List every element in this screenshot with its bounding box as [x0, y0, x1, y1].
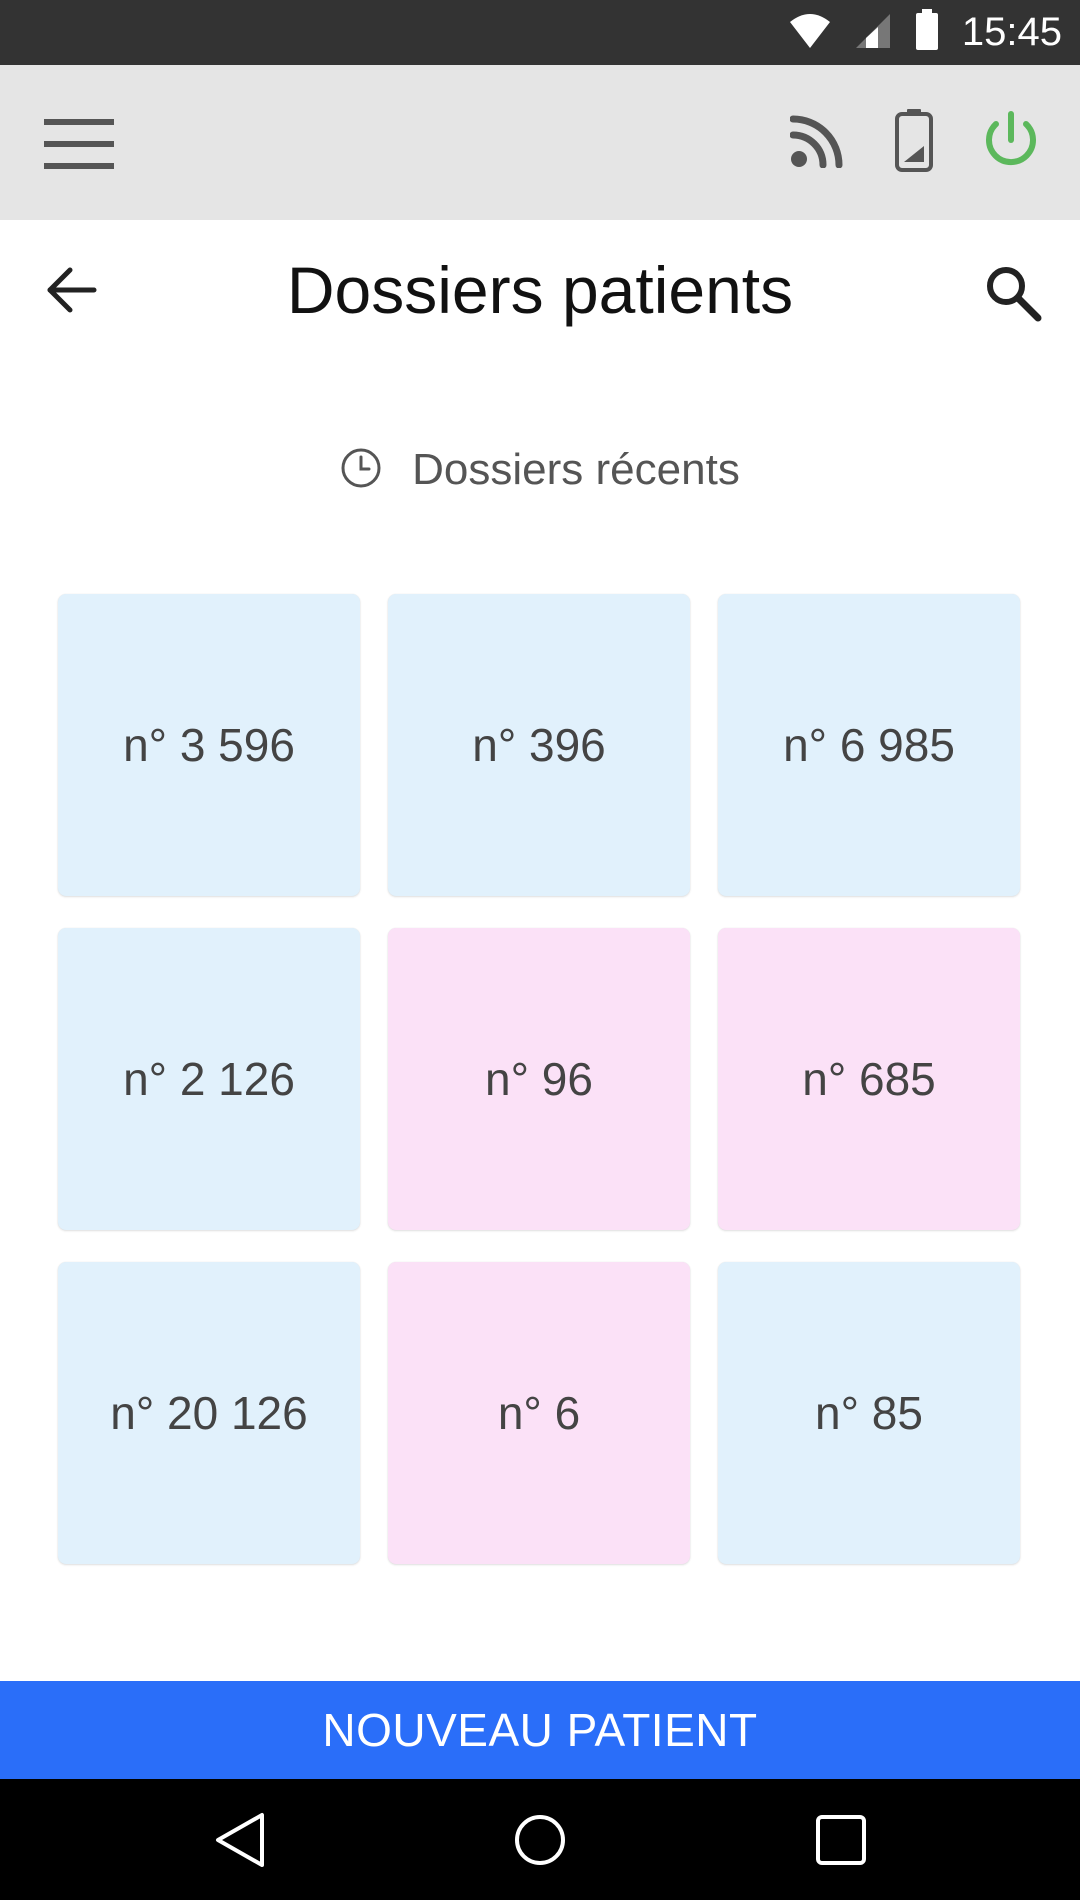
search-icon[interactable]: [984, 264, 1044, 324]
tile-label: n° 20 126: [110, 1387, 308, 1439]
cell-signal-icon: [854, 10, 892, 55]
navigation-bar: [0, 1779, 1080, 1900]
patient-tile[interactable]: n° 396: [388, 594, 690, 896]
battery-icon: [914, 9, 940, 56]
power-icon[interactable]: [982, 110, 1040, 175]
nav-home-icon[interactable]: [509, 1809, 571, 1871]
patient-tile[interactable]: n° 85: [718, 1262, 1020, 1564]
arrow-back-icon[interactable]: [44, 262, 100, 318]
rss-feed-icon[interactable]: [789, 112, 846, 173]
wifi-icon: [788, 10, 832, 55]
tile-label: n° 3 596: [123, 719, 295, 771]
page-title: Dossiers patients: [286, 253, 794, 327]
nav-recents-icon[interactable]: [810, 1809, 872, 1871]
hamburger-menu-icon[interactable]: [44, 119, 116, 169]
patient-tile[interactable]: n° 6 985: [718, 594, 1020, 896]
patient-tile[interactable]: n° 3 596: [58, 594, 360, 896]
recent-heading: Dossiers récents: [0, 440, 1080, 500]
screen: 15:45 Dossiers patients Dossiers récents…: [0, 0, 1080, 1900]
nav-back-icon[interactable]: [210, 1809, 272, 1871]
status-bar: 15:45: [0, 0, 1080, 65]
patient-tile[interactable]: n° 6: [388, 1262, 690, 1564]
app-toolbar: [0, 65, 1080, 220]
tile-label: n° 685: [802, 1053, 936, 1105]
recent-label: Dossiers récents: [412, 445, 740, 494]
clock-icon: [340, 447, 382, 494]
status-icons: 15:45: [788, 0, 1062, 65]
recent-files-grid: n° 3 596 n° 396 n° 6 985 n° 2 126 n° 96 …: [58, 594, 1020, 1564]
tile-label: n° 396: [472, 719, 606, 771]
tile-label: n° 96: [485, 1053, 593, 1105]
new-patient-button[interactable]: NOUVEAU PATIENT: [0, 1681, 1080, 1779]
tile-label: n° 6 985: [783, 719, 955, 771]
patient-tile[interactable]: n° 685: [718, 928, 1020, 1230]
toolbar-actions: [789, 65, 1040, 220]
patient-tile[interactable]: n° 96: [388, 928, 690, 1230]
tile-label: n° 6: [497, 1387, 581, 1439]
status-time: 15:45: [961, 10, 1062, 54]
page-header: Dossiers patients: [0, 220, 1080, 360]
tile-label: n° 2 126: [123, 1053, 295, 1105]
patient-tile[interactable]: n° 2 126: [58, 928, 360, 1230]
patient-tile[interactable]: n° 20 126: [58, 1262, 360, 1564]
device-battery-icon[interactable]: [894, 108, 934, 177]
tile-label: n° 85: [815, 1387, 923, 1439]
